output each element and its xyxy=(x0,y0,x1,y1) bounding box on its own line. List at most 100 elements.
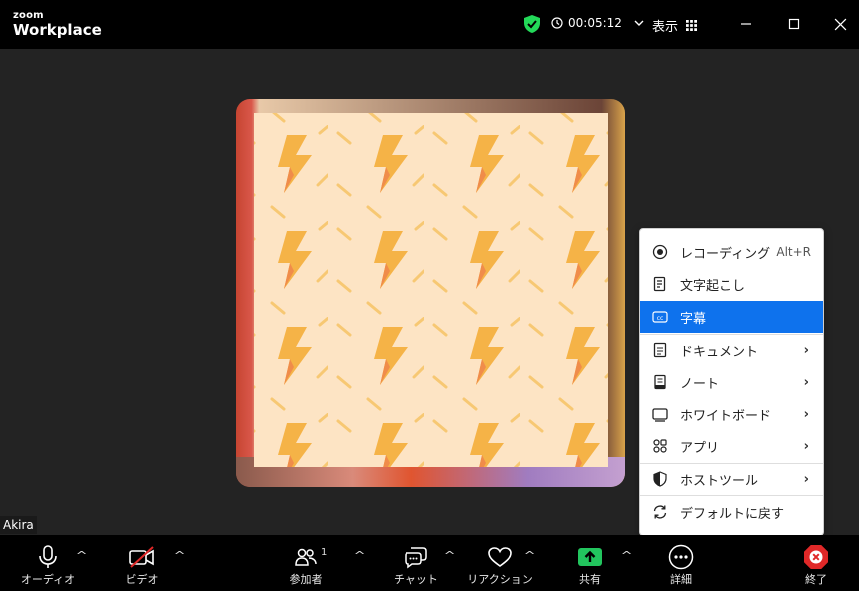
lightning-bolt-icon xyxy=(336,413,424,467)
reactions-options-caret-icon[interactable]: ^ xyxy=(524,549,536,562)
menu-item-label: レコーディング xyxy=(680,246,771,262)
title-bar: zoom Workplace 00:05:12 表示 xyxy=(0,0,859,49)
audio-button[interactable]: オーディオ xyxy=(20,535,76,591)
minimize-button[interactable] xyxy=(735,13,757,35)
menu-item-label: アプリ xyxy=(680,440,720,456)
lightning-bolt-icon xyxy=(528,131,608,219)
menu-item-label: ノート xyxy=(680,376,720,392)
lightning-bolt-icon xyxy=(254,317,328,411)
lightning-bolt-icon xyxy=(528,227,608,315)
share-label: 共有 xyxy=(579,573,601,586)
lightning-bolt-icon xyxy=(254,221,328,315)
lightning-bolt-icon xyxy=(336,221,424,315)
lightning-bolt-icon xyxy=(464,113,478,123)
lightning-bolt-icon xyxy=(432,413,520,467)
menu-item-label: ホストツール xyxy=(680,473,759,489)
participants-button[interactable]: 参加者 xyxy=(283,535,329,591)
more-label: 詳細 xyxy=(670,573,692,586)
transcript-icon xyxy=(653,276,666,292)
more-icon xyxy=(668,544,694,570)
microphone-icon xyxy=(39,545,57,568)
lightning-bolt-icon xyxy=(432,221,520,315)
submenu-arrow-icon: › xyxy=(803,342,809,358)
close-button[interactable] xyxy=(829,13,851,35)
menu-item-notes[interactable]: ノート › xyxy=(640,366,823,398)
chat-icon xyxy=(405,547,427,569)
lightning-bolt-icon xyxy=(336,317,424,411)
menu-item-shortcut: Alt+R xyxy=(776,245,811,259)
audio-options-caret-icon[interactable]: ^ xyxy=(76,549,88,562)
lightning-bolt-icon xyxy=(336,125,424,219)
clock-icon xyxy=(551,17,563,29)
more-menu: レコーディング Alt+R 文字起こし cc 字幕 ドキュメント › ノート › xyxy=(639,228,824,536)
meeting-timer[interactable]: 00:05:12 xyxy=(551,16,645,30)
reactions-button[interactable]: リアクション xyxy=(467,535,533,591)
menu-item-label: ドキュメント xyxy=(680,344,759,360)
share-button[interactable]: 共有 xyxy=(572,535,608,591)
logo-bottom-text: Workplace xyxy=(13,21,102,39)
submenu-arrow-icon: › xyxy=(803,471,809,487)
chat-button[interactable]: チャット xyxy=(394,535,438,591)
maximize-button[interactable] xyxy=(783,13,805,35)
close-icon xyxy=(834,18,846,30)
grid-icon xyxy=(686,20,698,31)
chevron-down-icon[interactable] xyxy=(633,17,645,29)
video-label: ビデオ xyxy=(125,573,159,586)
shield-icon xyxy=(653,471,667,487)
view-button[interactable]: 表示 xyxy=(652,16,698,35)
participants-icon xyxy=(295,548,317,566)
apps-icon xyxy=(653,439,667,453)
participants-label: 参加者 xyxy=(289,573,323,586)
end-label: 終了 xyxy=(805,573,827,586)
participants-options-caret-icon[interactable]: ^ xyxy=(354,549,366,562)
end-meeting-button[interactable]: 終了 xyxy=(798,535,834,591)
end-icon xyxy=(804,545,828,569)
whiteboard-icon xyxy=(652,408,668,422)
view-label: 表示 xyxy=(652,20,679,35)
submenu-arrow-icon: › xyxy=(803,406,809,422)
audio-label: オーディオ xyxy=(20,573,76,586)
menu-item-transcript[interactable]: 文字起こし xyxy=(640,268,823,300)
more-button[interactable]: 詳細 xyxy=(663,535,699,591)
lightning-bolt-icon xyxy=(368,113,382,123)
captions-icon: cc xyxy=(652,311,668,323)
lightning-bolt-icon xyxy=(254,413,328,467)
share-options-caret-icon[interactable]: ^ xyxy=(621,549,633,562)
menu-item-reset-default[interactable]: デフォルトに戻す xyxy=(640,496,823,528)
security-shield-icon[interactable] xyxy=(522,14,542,34)
lightning-bolt-icon xyxy=(528,419,608,467)
minimize-icon xyxy=(741,23,751,25)
participant-name-tag: Akira xyxy=(0,516,37,534)
menu-item-label: 字幕 xyxy=(680,311,707,327)
menu-item-recording[interactable]: レコーディング Alt+R xyxy=(640,236,823,268)
reset-icon xyxy=(653,505,667,519)
lightning-bolt-icon xyxy=(254,125,328,219)
record-icon xyxy=(652,244,668,260)
logo-top-text: zoom xyxy=(13,10,44,21)
participants-count: 1 xyxy=(321,547,328,558)
app-logo: zoom Workplace xyxy=(13,11,102,38)
video-off-icon xyxy=(129,546,154,568)
menu-item-apps[interactable]: アプリ › xyxy=(640,430,823,462)
menu-item-captions[interactable]: cc 字幕 xyxy=(640,301,823,333)
menu-item-whiteboard[interactable]: ホワイトボード › xyxy=(640,398,823,430)
menu-item-documents[interactable]: ドキュメント › xyxy=(640,334,823,366)
notes-icon xyxy=(654,374,666,390)
maximize-icon xyxy=(788,18,800,30)
video-placeholder xyxy=(254,113,608,467)
lightning-bolt-icon xyxy=(272,113,286,123)
submenu-arrow-icon: › xyxy=(803,374,809,390)
menu-item-host-tools[interactable]: ホストツール › xyxy=(640,463,823,495)
lightning-bolt-icon xyxy=(432,125,520,219)
video-button[interactable]: ビデオ xyxy=(118,535,166,591)
meeting-toolbar: オーディオ ^ ビデオ ^ 参加者 1 ^ チャット ^ リアクション ^ 共有… xyxy=(0,535,859,591)
participant-video[interactable] xyxy=(236,99,625,487)
lightning-bolt-icon xyxy=(432,317,520,411)
chat-options-caret-icon[interactable]: ^ xyxy=(444,549,456,562)
share-screen-icon xyxy=(578,548,602,566)
submenu-arrow-icon: › xyxy=(803,438,809,454)
svg-text:cc: cc xyxy=(657,315,664,322)
heart-icon xyxy=(488,547,512,567)
lightning-bolt-icon xyxy=(560,113,574,123)
video-options-caret-icon[interactable]: ^ xyxy=(174,549,186,562)
